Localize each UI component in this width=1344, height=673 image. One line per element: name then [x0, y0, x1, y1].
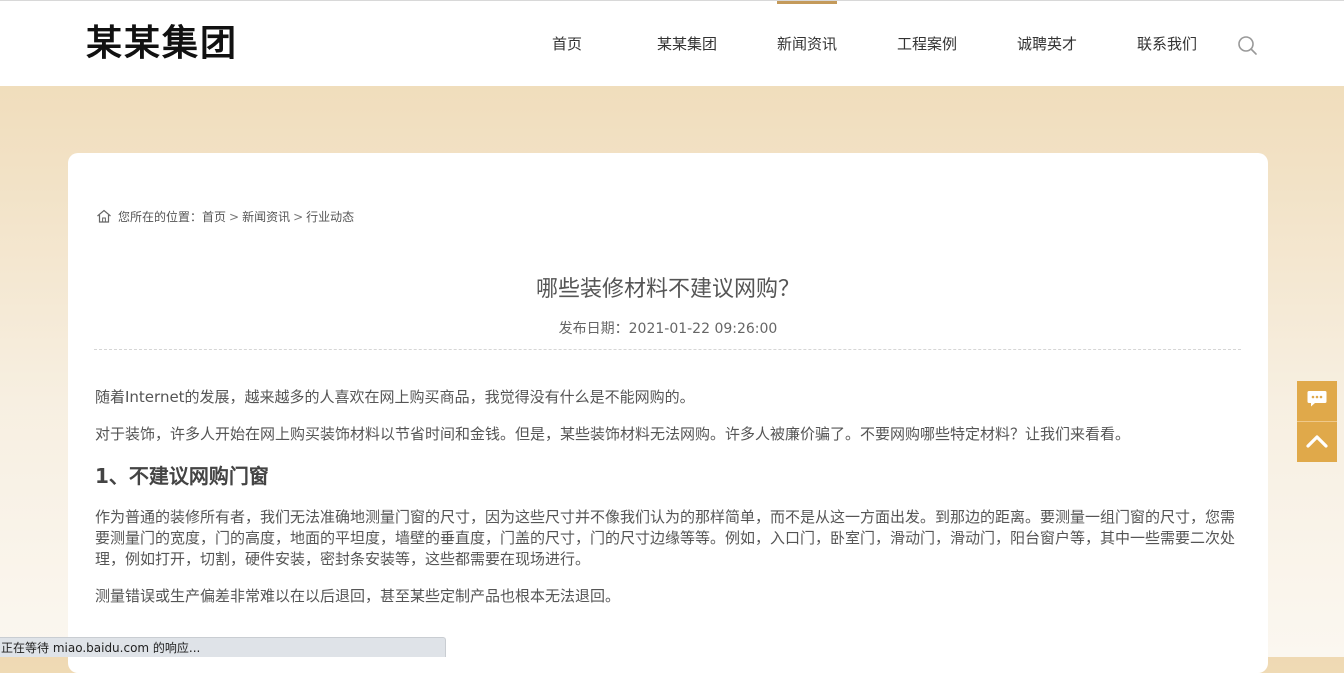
home-icon [96, 209, 112, 223]
browser-status-bar: 正在等待 miao.baidu.com 的响应... [0, 637, 446, 657]
nav-item-careers[interactable]: 诚聘英才 [987, 1, 1107, 86]
article-card: 您所在的位置：首页 > 新闻资讯 > 行业动态 哪些装修材料不建议网购？ 发布日期：20… [68, 153, 1268, 673]
nav-item-cases[interactable]: 工程案例 [867, 1, 987, 86]
breadcrumb-separator: > [293, 210, 304, 224]
nav-item-group[interactable]: 某某集团 [627, 1, 747, 86]
article-paragraph: 作为普通的装修所有者，我们无法准确地测量门窗的尺寸，因为这些尺寸并不像我们认为的… [95, 508, 1236, 568]
article-paragraph: 对于装饰，许多人开始在网上购买装饰材料以节省时间和金钱。但是，某些装饰材料无法网… [95, 425, 1131, 443]
article-paragraph: 测量错误或生产偏差非常难以在以后退回，甚至某些定制产品也根本无法退回。 [95, 587, 621, 605]
breadcrumb-separator: > [229, 210, 240, 224]
breadcrumb-prefix: 您所在的位置： [118, 210, 203, 224]
chat-button[interactable] [1297, 381, 1337, 421]
breadcrumb-home[interactable]: 首页 [202, 210, 226, 224]
nav-item-contact[interactable]: 联系我们 [1107, 1, 1227, 86]
site-logo[interactable]: 某某集团 [86, 19, 238, 69]
back-to-top-icon [1306, 433, 1328, 452]
publish-date: 发布日期：2021-01-22 09:26:00 [558, 321, 778, 337]
title-divider [94, 349, 1241, 350]
side-toolbar [1297, 381, 1337, 462]
article-paragraph: 随着Internet的发展，越来越多的人喜欢在网上购买商品，我觉得没有什么是不能… [95, 388, 695, 406]
search-icon[interactable] [1236, 34, 1258, 56]
site-header: 某某集团 首页 某某集团 新闻资讯 工程案例 诚聘英才 联系我们 [0, 1, 1344, 86]
breadcrumb-industry[interactable]: 行业动态 [306, 210, 354, 224]
section-heading: 1、不建议网购门窗 [95, 464, 269, 488]
breadcrumb-news[interactable]: 新闻资讯 [242, 210, 290, 224]
article-title: 哪些装修材料不建议网购？ [535, 277, 800, 302]
nav-item-news[interactable]: 新闻资讯 [747, 1, 867, 86]
back-to-top-button[interactable] [1297, 421, 1337, 462]
breadcrumb: 您所在的位置：首页 > 新闻资讯 > 行业动态 [96, 208, 354, 226]
chat-icon [1306, 389, 1328, 413]
nav-item-home[interactable]: 首页 [507, 1, 627, 86]
